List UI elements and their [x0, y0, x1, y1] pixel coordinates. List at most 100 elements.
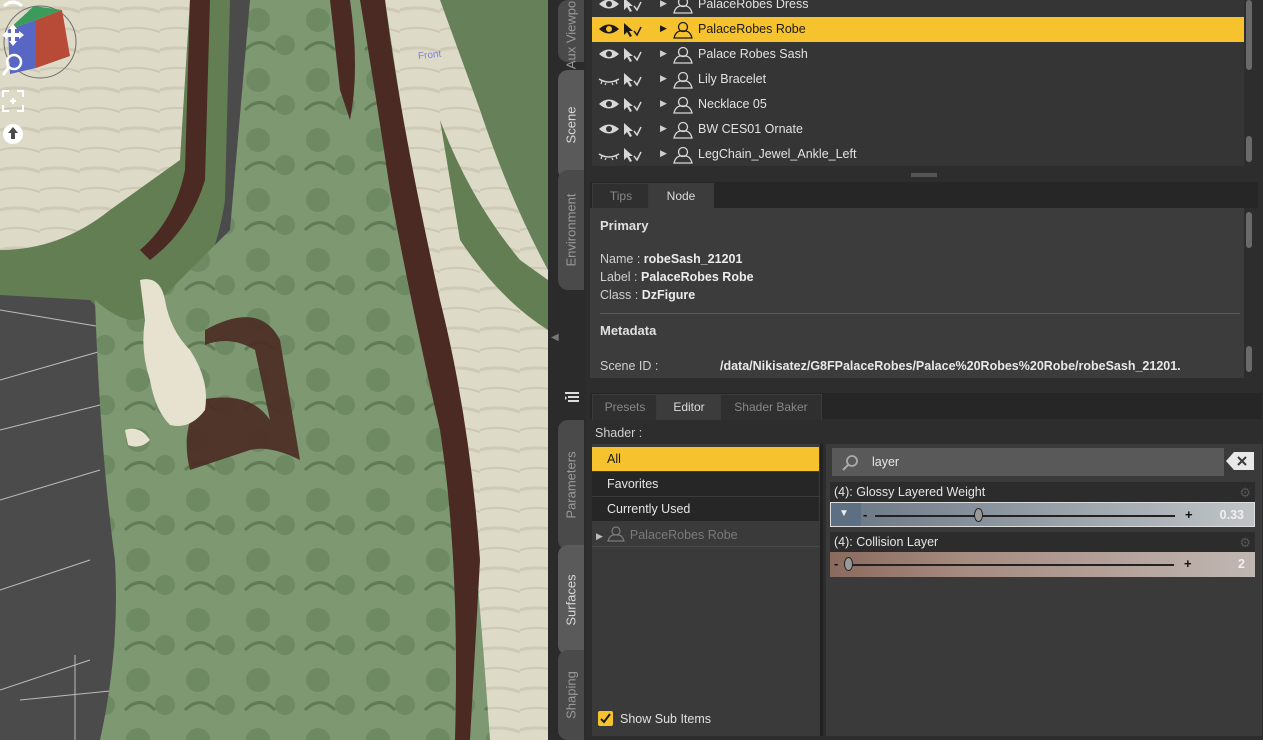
reset-icon[interactable] — [0, 120, 26, 146]
tab-shaping[interactable]: Shaping — [558, 650, 584, 740]
tab-tips[interactable]: Tips — [592, 183, 650, 209]
selectable-cursor-icon[interactable] — [622, 47, 642, 66]
scene-row[interactable]: ▶ BW CES01 Ornate — [592, 117, 1244, 142]
hidden-eye-icon[interactable] — [598, 72, 620, 89]
scene-row[interactable]: ▶ PalaceRobes Robe — [592, 17, 1244, 42]
figure-icon — [672, 71, 694, 92]
property-value[interactable]: 0.33 — [1220, 508, 1244, 522]
scrollbar-grip[interactable] — [1246, 136, 1252, 162]
expand-down-icon[interactable]: ▼ — [839, 508, 849, 519]
category-favorites[interactable]: Favorites — [592, 472, 819, 496]
clear-filter-icon[interactable] — [1226, 452, 1254, 470]
3d-viewport[interactable]: Front — [0, 0, 548, 740]
slider-track[interactable] — [875, 515, 1175, 517]
class-value: DzFigure — [641, 288, 696, 302]
primary-heading: Primary — [600, 218, 649, 233]
scene-row[interactable]: ▶ LegChain_Jewel_Ankle_Left — [592, 142, 1244, 167]
slider-track[interactable] — [844, 564, 1174, 566]
scene-item-name: LegChain_Jewel_Ankle_Left — [698, 147, 857, 161]
expand-arrow-icon[interactable]: ▶ — [596, 531, 603, 541]
scene-row[interactable]: ▶ PalaceRobes Dress — [592, 0, 1244, 17]
tab-scene[interactable]: Scene — [558, 70, 584, 180]
selectable-cursor-icon[interactable] — [622, 97, 642, 116]
pane-menu-icon[interactable] — [565, 392, 579, 404]
selectable-cursor-icon[interactable] — [622, 0, 642, 16]
surface-tree-item[interactable]: ▶ PalaceRobes Robe — [596, 526, 738, 542]
scrollbar-grip[interactable] — [1246, 346, 1252, 372]
increment-icon[interactable]: + — [1184, 556, 1192, 571]
visibility-eye-icon[interactable] — [598, 0, 620, 14]
frame-icon[interactable] — [0, 88, 26, 114]
shader-category-list: All Favorites Currently Used ▶ PalaceRob… — [592, 444, 823, 736]
figure-icon — [672, 0, 694, 17]
tab-label: Aux Viewport — [563, 0, 579, 70]
scene-row[interactable]: ▶ Palace Robes Sash — [592, 42, 1244, 67]
visibility-eye-icon[interactable] — [598, 47, 620, 64]
slider-knob[interactable] — [844, 557, 853, 571]
tab-label: Environment — [563, 193, 579, 267]
visibility-eye-icon[interactable] — [598, 97, 620, 114]
slider-knob[interactable] — [974, 508, 983, 522]
figure-icon — [672, 21, 694, 42]
hidden-eye-icon[interactable] — [598, 147, 620, 164]
tab-parameters[interactable]: Parameters — [558, 420, 584, 550]
selectable-cursor-icon[interactable] — [622, 22, 642, 41]
expand-arrow-icon[interactable]: ▶ — [660, 0, 667, 9]
figure-icon — [607, 526, 626, 542]
node-class-line: Class : DzFigure — [600, 288, 695, 302]
expand-arrow-icon[interactable]: ▶ — [660, 48, 667, 59]
node-info-panel: Primary Name : robeSash_21201 Label : Pa… — [590, 208, 1244, 378]
expand-arrow-icon[interactable]: ▶ — [660, 73, 667, 84]
category-all[interactable]: All — [592, 447, 819, 471]
figure-icon — [672, 96, 694, 117]
property-value[interactable]: 2 — [1238, 557, 1245, 571]
info-tab-bar: Tips Node — [590, 182, 1258, 209]
pane-splitter[interactable] — [911, 173, 937, 177]
increment-icon[interactable]: + — [1185, 507, 1193, 522]
tab-aux-viewport[interactable]: Aux Viewport — [558, 0, 584, 69]
scene-item-name: Lily Bracelet — [698, 72, 767, 86]
collapse-arrow-icon[interactable]: ◀ — [551, 332, 559, 343]
selectable-cursor-icon[interactable] — [622, 72, 642, 91]
expand-arrow-icon[interactable]: ▶ — [660, 148, 667, 159]
zoom-icon[interactable] — [0, 52, 26, 78]
figure-icon — [672, 146, 694, 167]
decrement-icon[interactable]: - — [834, 556, 838, 571]
tab-label: Surfaces — [563, 574, 579, 626]
scene-id-value: /data/Nikisatez/G8FPalaceRobes/Palace%20… — [720, 359, 1181, 373]
tab-presets[interactable]: Presets — [592, 394, 658, 420]
info-scrollbar[interactable] — [1244, 208, 1254, 378]
metadata-heading: Metadata — [600, 323, 657, 338]
tab-environment[interactable]: Environment — [558, 170, 584, 290]
pan-icon[interactable] — [0, 22, 26, 48]
expand-arrow-icon[interactable]: ▶ — [660, 123, 667, 134]
tab-node[interactable]: Node — [648, 183, 714, 209]
visibility-eye-icon[interactable] — [598, 122, 620, 139]
visibility-eye-icon[interactable] — [598, 22, 620, 39]
label-label: Label : — [600, 270, 642, 284]
expand-arrow-icon[interactable]: ▶ — [660, 98, 667, 109]
divider — [600, 313, 1240, 314]
scene-scrollbar[interactable] — [1244, 0, 1254, 166]
gear-icon[interactable]: ⚙ — [1239, 535, 1251, 551]
gear-icon[interactable]: ⚙ — [1239, 485, 1251, 501]
scrollbar-thumb[interactable] — [1246, 0, 1252, 70]
tab-editor[interactable]: Editor — [656, 394, 722, 420]
selectable-cursor-icon[interactable] — [622, 147, 642, 166]
property-slider[interactable]: - +2 — [830, 552, 1255, 577]
decrement-icon[interactable]: - — [863, 507, 867, 522]
checkbox-checked-icon[interactable] — [598, 711, 613, 726]
tab-shader-baker[interactable]: Shader Baker — [720, 394, 822, 420]
node-label-line: Label : PalaceRobes Robe — [600, 270, 754, 284]
scene-row[interactable]: ▶ Necklace 05 — [592, 92, 1244, 117]
selectable-cursor-icon[interactable] — [622, 122, 642, 141]
tab-surfaces[interactable]: Surfaces — [558, 545, 584, 655]
property-filter-input[interactable]: layer — [832, 448, 1224, 476]
tab-label: Shaping — [563, 671, 579, 719]
scrollbar-thumb[interactable] — [1246, 212, 1252, 248]
expand-arrow-icon[interactable]: ▶ — [660, 23, 667, 34]
scene-row[interactable]: ▶ Lily Bracelet — [592, 67, 1244, 92]
property-slider[interactable]: ▼ - +0.33 — [830, 502, 1255, 527]
search-icon[interactable] — [840, 453, 860, 473]
category-currently-used[interactable]: Currently Used — [592, 497, 819, 521]
